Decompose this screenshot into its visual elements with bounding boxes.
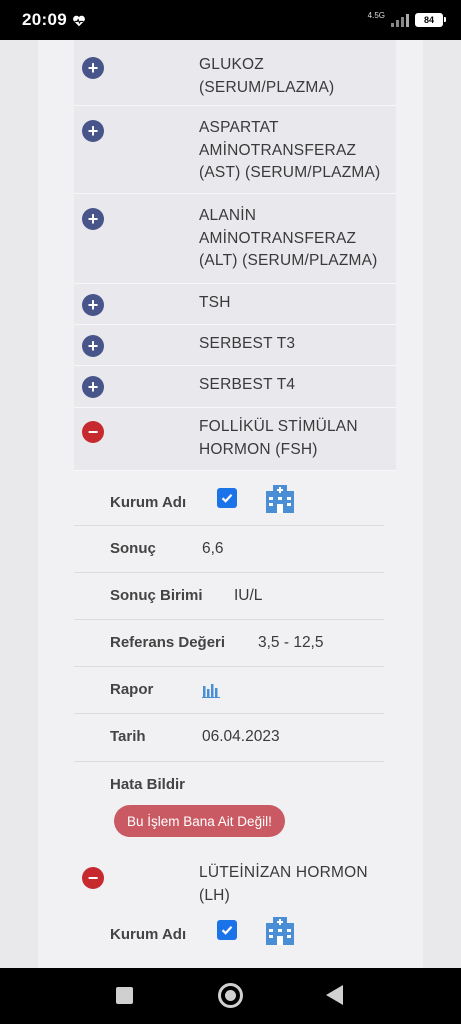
expand-toggle-icon[interactable]: + xyxy=(82,57,104,79)
report-label: Rapor xyxy=(110,681,154,698)
test-name: FOLLİKÜL STİMÜLAN HORMON (FSH) xyxy=(199,418,358,458)
test-item-lh[interactable]: − LÜTEİNİZAN HORMON (LH) xyxy=(74,853,396,908)
institution-label: Kurum Adı xyxy=(110,926,187,943)
date-label: Tarih xyxy=(110,728,146,745)
status-bar: 20:09 4.5G 84 xyxy=(0,0,461,40)
unit-value: IU/L xyxy=(234,587,263,604)
detail-row-report: Rapor xyxy=(74,667,384,714)
expand-toggle-icon[interactable]: + xyxy=(82,294,104,316)
detail-row-date: Tarih 06.04.2023 xyxy=(74,714,384,762)
status-time: 20:09 xyxy=(22,10,67,29)
reference-value: 3,5 - 12,5 xyxy=(258,634,324,651)
home-button[interactable] xyxy=(218,983,243,1008)
page-content[interactable]: + GLUKOZ (SERUM/PLAZMA) + ASPARTAT AMİNO… xyxy=(0,40,461,968)
detail-row-report-error: Hata Bildir Bu İşlem Bana Ait Değil! xyxy=(74,762,384,853)
test-name: GLUKOZ (SERUM/PLAZMA) xyxy=(199,56,335,96)
test-item-alt[interactable]: + ALANİN AMİNOTRANSFERAZ (ALT) (SERUM/PL… xyxy=(74,194,396,284)
network-type: 4.5G xyxy=(367,11,385,20)
lh-details: Kurum Adı xyxy=(74,908,384,963)
heart-pulse-icon xyxy=(73,15,85,27)
test-item-ast[interactable]: + ASPARTAT AMİNOTRANSFERAZ (AST) (SERUM/… xyxy=(74,106,396,194)
expand-toggle-icon[interactable]: + xyxy=(82,376,104,398)
test-name: TSH xyxy=(199,294,231,311)
navigation-bar xyxy=(0,968,461,1024)
status-indicators: 4.5G 84 xyxy=(367,11,446,27)
result-value: 6,6 xyxy=(202,540,224,557)
detail-row-institution: Kurum Adı xyxy=(74,908,384,963)
test-item-serbest-t4[interactable]: + SERBEST T4 xyxy=(74,366,396,408)
institution-checkbox[interactable] xyxy=(217,488,237,508)
test-name: SERBEST T4 xyxy=(199,376,296,393)
test-item-serbest-t3[interactable]: + SERBEST T3 xyxy=(74,325,396,366)
detail-row-unit: Sonuç Birimi IU/L xyxy=(74,573,384,620)
expand-toggle-icon[interactable]: + xyxy=(82,335,104,357)
battery-icon: 84 xyxy=(415,13,446,27)
detail-row-reference: Referans Değeri 3,5 - 12,5 xyxy=(74,620,384,667)
test-name: ALANİN AMİNOTRANSFERAZ (ALT) (SERUM/PLAZ… xyxy=(199,207,378,269)
institution-label: Kurum Adı xyxy=(110,494,187,511)
detail-row-result: Sonuç 6,6 xyxy=(74,526,384,573)
test-name: LÜTEİNİZAN HORMON (LH) xyxy=(199,864,368,904)
date-value: 06.04.2023 xyxy=(202,728,280,745)
reference-label: Referans Değeri xyxy=(110,634,226,651)
not-my-record-button[interactable]: Bu İşlem Bana Ait Değil! xyxy=(114,805,285,837)
test-list: + GLUKOZ (SERUM/PLAZMA) + ASPARTAT AMİNO… xyxy=(74,40,396,963)
test-name: SERBEST T3 xyxy=(199,335,296,352)
collapse-toggle-icon[interactable]: − xyxy=(82,867,104,889)
battery-level: 84 xyxy=(423,15,434,25)
unit-label: Sonuç Birimi xyxy=(110,587,203,604)
hospital-building-icon[interactable] xyxy=(264,914,296,946)
test-item-fsh[interactable]: − FOLLİKÜL STİMÜLAN HORMON (FSH) xyxy=(74,408,396,471)
report-error-label: Hata Bildir xyxy=(110,776,186,793)
test-name: ASPARTAT AMİNOTRANSFERAZ (AST) (SERUM/PL… xyxy=(199,119,381,181)
fsh-details: Kurum Adı Sonuç 6,6 Sonuç Birimi IU/L Re… xyxy=(74,471,384,853)
result-label: Sonuç xyxy=(110,540,156,557)
expand-toggle-icon[interactable]: + xyxy=(82,120,104,142)
detail-row-institution: Kurum Adı xyxy=(74,471,384,526)
hospital-building-icon[interactable] xyxy=(264,482,296,514)
signal-icon xyxy=(391,13,409,27)
recent-apps-button[interactable] xyxy=(116,987,133,1004)
bar-chart-icon[interactable] xyxy=(202,682,220,698)
expand-toggle-icon[interactable]: + xyxy=(82,208,104,230)
test-item-tsh[interactable]: + TSH xyxy=(74,284,396,325)
collapse-toggle-icon[interactable]: − xyxy=(82,421,104,443)
back-button[interactable] xyxy=(326,985,343,1005)
test-item-glukoz[interactable]: + GLUKOZ (SERUM/PLAZMA) xyxy=(74,40,396,106)
institution-checkbox[interactable] xyxy=(217,920,237,940)
